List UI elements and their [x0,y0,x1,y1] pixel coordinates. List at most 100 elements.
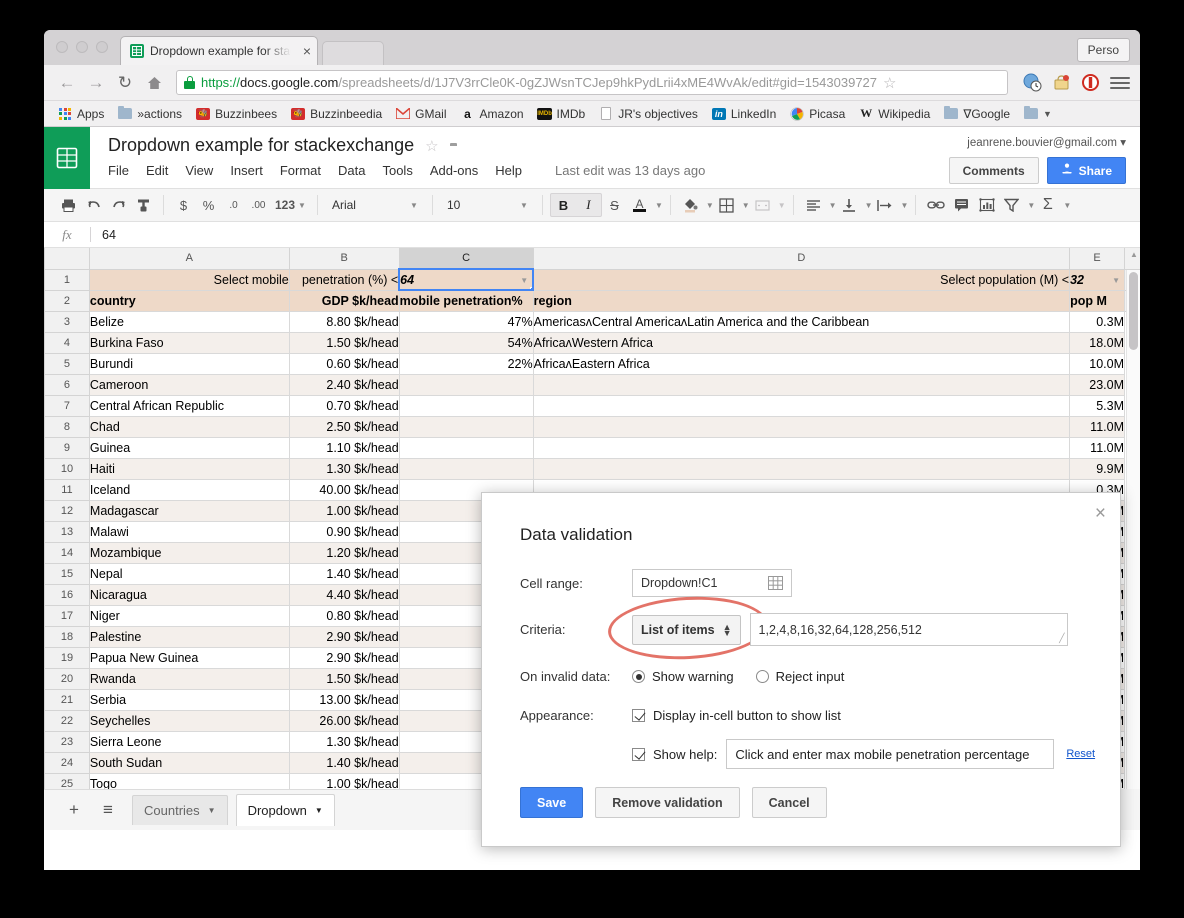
functions-icon[interactable]: Σ [1035,193,1060,218]
menu-view[interactable]: View [185,163,213,178]
menu-data[interactable]: Data [338,163,365,178]
in-cell-button-checkbox-row[interactable]: Display in-cell button to show list [632,708,841,723]
cell-country[interactable]: Malawi [88,520,290,543]
insert-comment-icon[interactable] [949,193,974,218]
cell-population[interactable]: 0.3M [1069,310,1125,333]
cell-a1[interactable]: Select mobile [88,268,290,291]
column-header-d[interactable]: D [532,248,1071,270]
cell-country[interactable]: Central African Republic [88,394,290,417]
paint-format-icon[interactable] [131,193,156,218]
text-color-button[interactable]: A [627,193,652,218]
formula-bar[interactable]: fx 64 [44,222,1140,248]
comments-button[interactable]: Comments [948,157,1039,184]
row-header[interactable]: 1 [44,268,90,291]
cell-d2[interactable]: region [532,289,1071,312]
menu-tools[interactable]: Tools [382,163,412,178]
maximize-window-button[interactable] [96,41,108,53]
row-header[interactable]: 24 [44,751,90,774]
decrease-decimal-button[interactable]: .0 [221,193,246,218]
column-header-c[interactable]: C [398,248,534,270]
scroll-up-icon[interactable]: ▲ [1129,250,1139,259]
row-header[interactable]: 22 [44,709,90,732]
menu-insert[interactable]: Insert [230,163,263,178]
cell-region[interactable]: AfricaʌEastern Africa [532,352,1071,375]
cell-country[interactable]: Niger [88,604,290,627]
cell-country[interactable]: Burkina Faso [88,331,290,354]
cell-gdp[interactable]: 2.90 $k/head [288,625,400,648]
cell-gdp[interactable]: 1.40 $k/head [288,751,400,774]
insert-chart-icon[interactable] [974,193,999,218]
cell-gdp[interactable]: 0.80 $k/head [288,604,400,627]
menu-file[interactable]: File [108,163,129,178]
cell-country[interactable]: Rwanda [88,667,290,690]
row-header[interactable]: 10 [44,457,90,480]
star-icon[interactable]: ☆ [425,137,438,155]
row-header[interactable]: 15 [44,562,90,585]
reset-link[interactable]: Reset [1066,748,1095,760]
insert-link-icon[interactable] [923,193,949,218]
resize-handle-icon[interactable]: ╱ [1059,633,1064,644]
scrollbar-thumb[interactable] [1129,272,1138,350]
bookmark-amazon[interactable]: a Amazon [456,105,529,123]
chevron-down-icon[interactable]: ▼ [1027,201,1035,210]
row-header[interactable]: 6 [44,373,90,396]
chevron-down-icon[interactable]: ▼ [520,276,528,285]
criteria-type-select[interactable]: List of items ▲ ▼ [632,614,741,645]
row-header[interactable]: 3 [44,310,90,333]
chevron-down-icon[interactable]: ▼ [742,201,750,210]
reject-input-option[interactable]: Reject input [755,669,844,684]
cell-penetration[interactable] [398,457,534,480]
bookmark-wikipedia[interactable]: W Wikipedia [854,105,935,123]
close-icon[interactable]: × [1095,504,1106,523]
document-title[interactable]: Dropdown example for stackexchange [108,135,414,156]
row-header[interactable]: 5 [44,352,90,375]
cell-gdp[interactable]: 26.00 $k/head [288,709,400,732]
cell-gdp[interactable]: 13.00 $k/head [288,688,400,711]
cell-country[interactable]: Madagascar [88,499,290,522]
cell-gdp[interactable]: 4.40 $k/head [288,583,400,606]
select-all-corner[interactable] [44,248,90,270]
cell-penetration[interactable] [398,394,534,417]
cell-region[interactable] [532,457,1071,480]
cell-region[interactable] [532,394,1071,417]
address-bar[interactable]: https://docs.google.com/spreadsheets/d/1… [176,70,1008,95]
cell-penetration[interactable] [398,415,534,438]
cell-gdp[interactable]: 1.20 $k/head [288,541,400,564]
grid-picker-icon[interactable] [768,576,783,590]
cell-gdp[interactable]: 0.70 $k/head [288,394,400,417]
cell-penetration[interactable]: 22% [398,352,534,375]
close-icon[interactable]: × [303,44,311,58]
remove-validation-button[interactable]: Remove validation [595,787,740,818]
cell-country[interactable]: Guinea [88,436,290,459]
fill-color-icon[interactable] [678,193,703,218]
cell-gdp[interactable]: 2.50 $k/head [288,415,400,438]
cell-gdp[interactable]: 8.80 $k/head [288,310,400,333]
currency-format-button[interactable]: $ [171,193,196,218]
cell-country[interactable]: Burundi [88,352,290,375]
bookmark-linkedin[interactable]: in LinkedIn [707,105,781,123]
cell-country[interactable]: Palestine [88,625,290,648]
text-wrapping-icon[interactable] [872,193,897,218]
checkbox-checked-icon[interactable] [632,709,645,722]
cell-gdp[interactable]: 1.30 $k/head [288,457,400,480]
cell-country[interactable]: Mozambique [88,541,290,564]
cell-country[interactable]: Nepal [88,562,290,585]
chevron-down-icon[interactable]: ▼ [865,201,873,210]
fill-handle[interactable] [530,287,532,288]
bookmark-google-folder[interactable]: ∇Google [939,105,1015,123]
chevron-down-icon[interactable]: ▼ [1063,201,1071,210]
sheet-tab-dropdown[interactable]: Dropdown ▼ [235,794,335,826]
bookmark-buzzinbeedia[interactable]: 🐝 Buzzinbeedia [286,105,387,123]
font-size-select[interactable]: 10 ▼ [440,193,535,217]
bookmark-imdb[interactable]: IMDb IMDb [533,105,591,123]
chevron-down-icon[interactable]: ▼ [208,806,216,815]
sheet-tab-countries[interactable]: Countries ▼ [132,795,228,825]
cancel-button[interactable]: Cancel [751,787,827,818]
cell-population[interactable]: 18.0M [1069,331,1125,354]
cell-b1[interactable]: penetration (%) < [288,268,400,291]
back-icon[interactable]: ← [54,70,80,96]
vertical-align-icon[interactable] [837,193,862,218]
cell-country[interactable]: Chad [88,415,290,438]
checkbox-checked-icon[interactable] [632,747,645,761]
column-header-e[interactable]: E [1069,248,1125,270]
